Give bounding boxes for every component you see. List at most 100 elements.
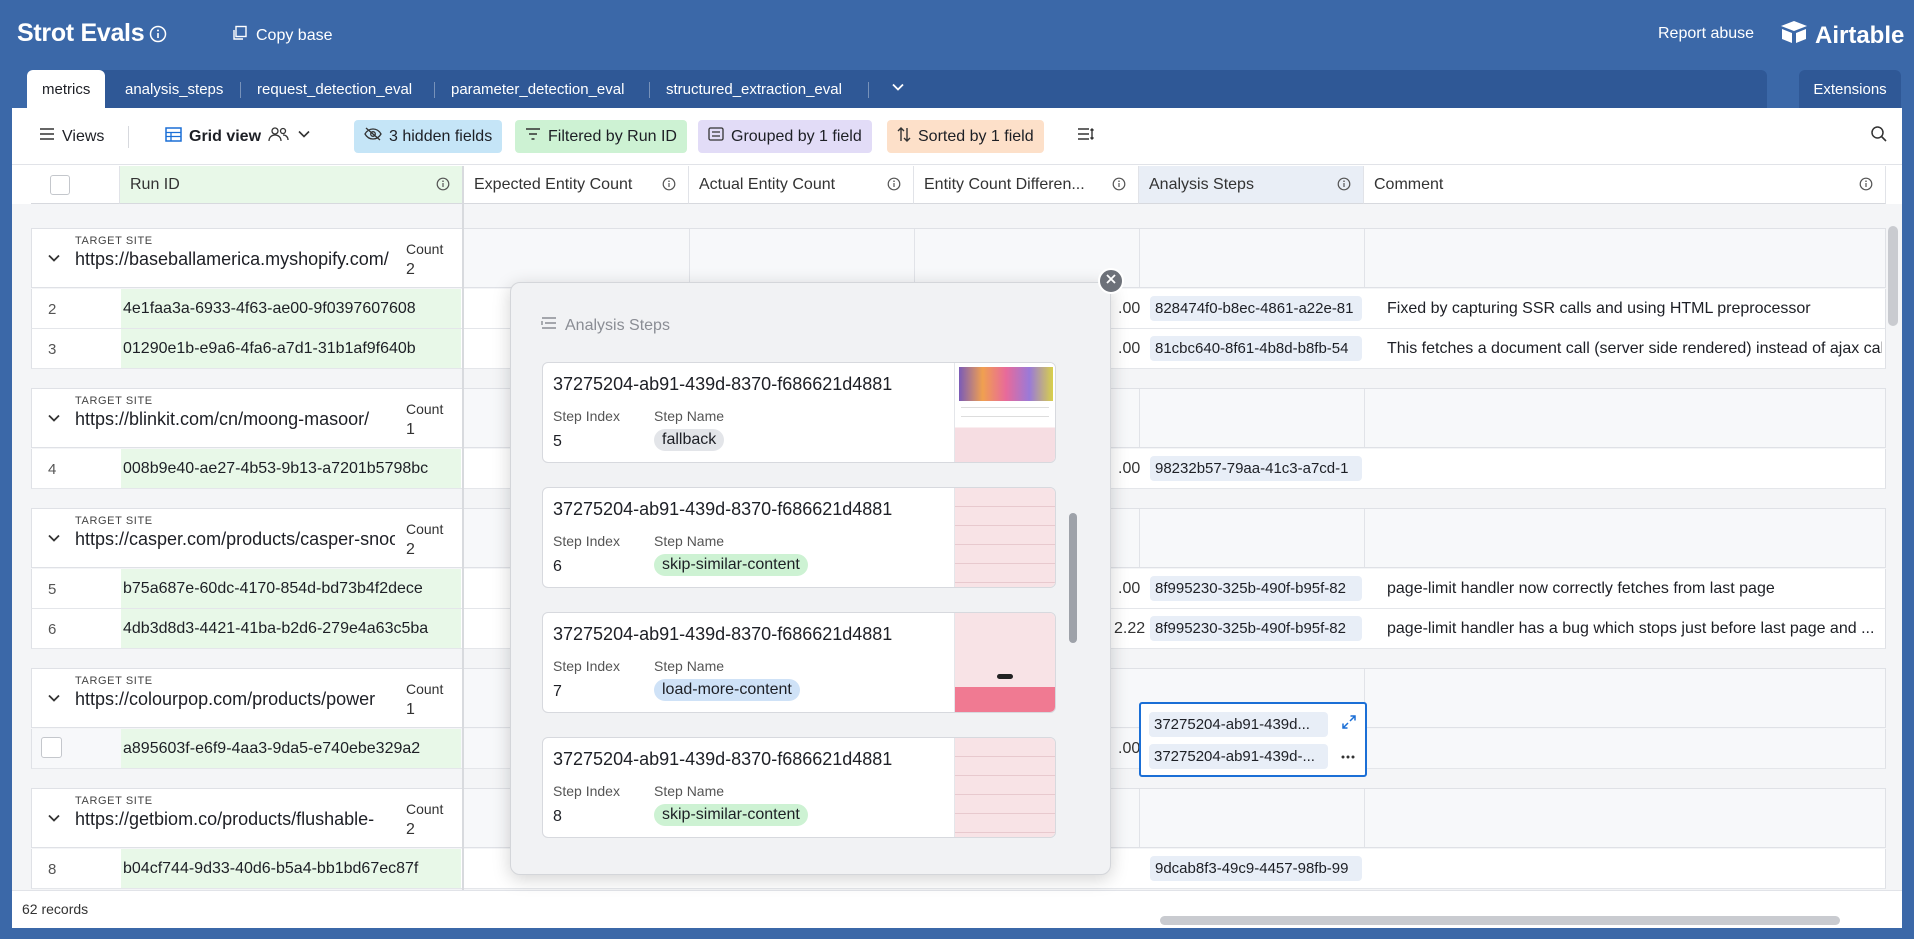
analysis-step-chip[interactable]: 828474f0-b8ec-4861-a22e-81 <box>1150 296 1362 321</box>
info-icon[interactable] <box>1337 177 1351 196</box>
entity-count-difference-cell[interactable]: .00 <box>1118 580 1140 598</box>
app-title: Strot Evals <box>17 19 145 47</box>
info-icon[interactable] <box>1859 177 1873 196</box>
comment-cell[interactable]: page-limit handler has a bug which stops… <box>1387 620 1882 638</box>
analysis-step-chip[interactable]: 9dcab8f3-49c9-4457-98fb-99 <box>1150 856 1362 881</box>
entity-count-difference-cell[interactable]: .00 <box>1118 340 1140 358</box>
chevron-down-icon[interactable] <box>46 250 62 271</box>
run-id-cell[interactable]: b75a687e-60dc-4170-854d-bd73b4f2dece <box>121 569 461 608</box>
vertical-scrollbar[interactable] <box>1888 226 1898 326</box>
info-icon[interactable] <box>1112 177 1126 196</box>
report-abuse-link[interactable]: Report abuse <box>1658 25 1754 43</box>
run-id-cell[interactable]: 01290e1b-e9a6-4fa6-a7d1-31b1af9f640b <box>121 329 461 368</box>
analysis-step-chip[interactable]: 8f995230-325b-490f-b95f-82 <box>1150 616 1362 641</box>
step-index-value: 5 <box>553 433 562 450</box>
airtable-logo[interactable]: Airtable <box>1779 19 1904 52</box>
tab-analysis-steps[interactable]: analysis_steps <box>125 70 223 108</box>
airtable-logo-icon <box>1779 19 1809 52</box>
group-count-label: Count <box>406 801 444 817</box>
run-id-cell[interactable]: b04cf744-9d33-40d6-b5a4-bb1bd67ec87f <box>121 849 461 888</box>
search-button[interactable] <box>1860 120 1898 153</box>
group-field-value: https://casper.com/products/casper-snooz… <box>75 529 395 549</box>
step-screenshot-thumbnail <box>954 363 1055 462</box>
analysis-step-chip[interactable]: 37275204-ab91-439d-... <box>1149 744 1328 769</box>
comment-cell[interactable]: This fetches a document call (server sid… <box>1387 340 1882 358</box>
chevron-down-icon[interactable] <box>46 690 62 711</box>
tab-request-detection-eval[interactable]: request_detection_eval <box>257 70 412 108</box>
column-header-entity-count-difference[interactable]: Entity Count Differen... <box>914 166 1139 204</box>
run-id-cell[interactable]: 008b9e40-ae27-4b53-9b13-a7201b5798bc <box>121 449 461 488</box>
extensions-button[interactable]: Extensions <box>1799 70 1901 108</box>
select-all-checkbox[interactable] <box>50 174 70 195</box>
analysis-step-card[interactable]: 37275204-ab91-439d-8370-f686621d4881 Ste… <box>542 612 1056 713</box>
hidden-fields-label: 3 hidden fields <box>389 127 493 145</box>
chevron-down-icon[interactable] <box>46 530 62 551</box>
row-checkbox[interactable] <box>41 737 62 758</box>
info-icon[interactable] <box>149 25 167 48</box>
more-options-icon[interactable] <box>1340 747 1356 765</box>
column-header-label: Analysis Steps <box>1149 175 1254 193</box>
column-header-analysis-steps[interactable]: Analysis Steps <box>1139 166 1364 204</box>
close-popup-button[interactable] <box>1098 268 1124 294</box>
entity-count-difference-cell[interactable]: .00 <box>1118 300 1140 318</box>
row-height-button[interactable] <box>1067 120 1105 153</box>
hidden-fields-button[interactable]: 3 hidden fields <box>354 120 503 153</box>
run-id-cell[interactable]: 4e1faa3a-6933-4f63-ae00-9f0397607608 <box>121 289 461 328</box>
group-count-label: Count <box>406 681 444 697</box>
column-header-actual-entity-count[interactable]: Actual Entity Count <box>689 166 914 204</box>
info-icon[interactable] <box>887 177 901 196</box>
group-field-value: https://baseballamerica.myshopify.com/ <box>75 249 389 269</box>
group-field-label: TARGET SITE <box>75 395 153 407</box>
analysis-step-chip[interactable]: 8f995230-325b-490f-b95f-82 <box>1150 576 1362 601</box>
analysis-step-chip[interactable]: 37275204-ab91-439d... <box>1149 712 1328 737</box>
chevron-down-icon[interactable] <box>46 810 62 831</box>
analysis-step-card[interactable]: 37275204-ab91-439d-8370-f686621d4881 Ste… <box>542 487 1056 588</box>
tabs-more-button[interactable] <box>885 70 911 108</box>
group-field-value: https://getbiom.co/products/flushable- <box>75 809 375 829</box>
expand-icon[interactable] <box>1341 714 1357 735</box>
tab-structured-extraction-eval[interactable]: structured_extraction_eval <box>666 70 842 108</box>
row-number: 6 <box>48 621 57 638</box>
column-header-comment[interactable]: Comment <box>1364 166 1886 204</box>
run-id-cell[interactable]: 4db3d8d3-4421-41ba-b2d6-279e4a63c5ba <box>121 609 461 648</box>
chevron-down-icon[interactable] <box>46 410 62 431</box>
views-button[interactable]: Views <box>29 120 114 153</box>
step-name-label: Step Name <box>654 533 725 549</box>
filter-button[interactable]: Filtered by Run ID <box>515 120 687 153</box>
group-header-title: TARGET SITE https://baseballamerica.mysh… <box>32 229 464 287</box>
sort-button[interactable]: Sorted by 1 field <box>887 120 1044 153</box>
tab-parameter-detection-eval[interactable]: parameter_detection_eval <box>451 70 624 108</box>
grid-view-label: Grid view <box>189 127 262 145</box>
popup-scrollbar[interactable] <box>1069 513 1077 643</box>
horizontal-scrollbar[interactable] <box>1160 916 1840 925</box>
top-bar: Strot Evals Copy base Report abuse Airta… <box>0 0 1914 70</box>
info-icon[interactable] <box>436 177 450 196</box>
linked-records-icon <box>541 316 557 335</box>
group-button[interactable]: Grouped by 1 field <box>698 120 872 153</box>
entity-count-difference-cell[interactable]: .00 <box>1118 460 1140 478</box>
column-header-label: Run ID <box>130 175 180 193</box>
run-id-cell[interactable]: a895603f-e6f9-4aa3-9da5-e740ebe329a2 <box>121 729 461 768</box>
copy-icon <box>232 25 248 46</box>
column-header-expected-entity-count[interactable]: Expected Entity Count <box>464 166 689 204</box>
analysis-step-card[interactable]: 37275204-ab91-439d-8370-f686621d4881 Ste… <box>542 362 1056 463</box>
grid-view-button[interactable]: Grid view <box>155 120 321 153</box>
row-number: 5 <box>48 581 57 598</box>
group-header[interactable]: TARGET SITE https://baseballamerica.mysh… <box>31 228 1886 288</box>
group-header-title: TARGET SITE https://getbiom.co/products/… <box>32 789 464 847</box>
entity-count-difference-cell[interactable]: .00 <box>1118 740 1140 758</box>
comment-cell[interactable]: Fixed by capturing SSR calls and using H… <box>1387 300 1882 318</box>
analysis-step-chip[interactable]: 98232b57-79aa-41c3-a7cd-1 <box>1150 456 1362 481</box>
entity-count-difference-cell[interactable]: 2.22 <box>1114 620 1145 638</box>
search-icon <box>1870 125 1888 148</box>
analysis-step-card[interactable]: 37275204-ab91-439d-8370-f686621d4881 Ste… <box>542 737 1056 838</box>
info-icon[interactable] <box>662 177 676 196</box>
copy-base-button[interactable]: Copy base <box>232 25 333 46</box>
column-divider <box>1364 389 1365 447</box>
column-divider <box>1139 389 1140 447</box>
tab-metrics[interactable]: metrics <box>27 70 106 108</box>
selected-analysis-steps-cell[interactable]: 37275204-ab91-439d... 37275204-ab91-439d… <box>1139 702 1367 777</box>
analysis-step-chip[interactable]: 81cbc640-8f61-4b8d-b8fb-54 <box>1150 336 1362 361</box>
column-header-run-id[interactable]: Run ID <box>120 166 463 204</box>
comment-cell[interactable]: page-limit handler now correctly fetches… <box>1387 580 1882 598</box>
